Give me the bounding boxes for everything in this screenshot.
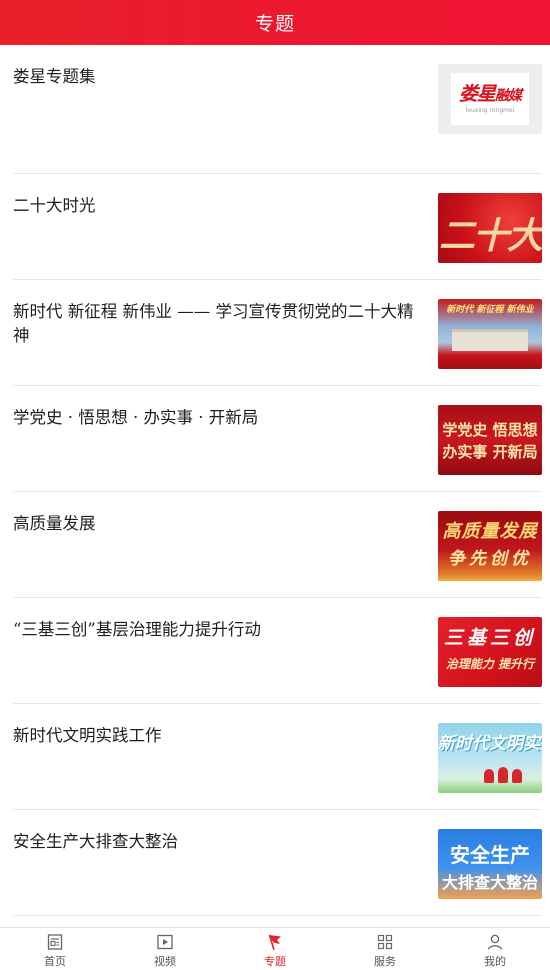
top-header: 专题: [0, 0, 550, 45]
topic-title: 二十大时光: [13, 196, 96, 215]
logo-text: 娄星融媒: [458, 83, 522, 105]
volunteer-figure: [498, 767, 508, 783]
tab-home[interactable]: 首页: [0, 928, 110, 970]
topic-item-louxing[interactable]: 娄星专题集 娄星融媒 louxing rongmei: [13, 45, 542, 174]
tab-label: 我的: [484, 955, 506, 968]
logo-caption: louxing rongmei: [465, 107, 515, 114]
logo-card: 娄星融媒 louxing rongmei: [451, 73, 529, 125]
user-icon: [487, 934, 503, 950]
topic-title: 新时代 新征程 新伟业 —— 学习宣传贯彻党的二十大精神: [13, 302, 414, 345]
grid-icon: [377, 934, 393, 950]
topic-title: 学党史 · 悟思想 · 办实事 · 开新局: [13, 408, 259, 427]
newspaper-icon: [47, 934, 63, 950]
bottom-tab-bar: 首页 视频 专题 服务 我的: [0, 927, 550, 970]
topic-title: 新时代文明实践工作: [13, 726, 162, 745]
topic-item-civilization[interactable]: 新时代文明实践工作 新时代文明实践: [13, 704, 542, 810]
topic-thumbnail: 高质量发展 争先创优: [438, 511, 542, 581]
topic-title: “三基三创”基层治理能力提升行动: [13, 620, 261, 639]
topic-title: 高质量发展: [13, 514, 96, 533]
tab-label: 服务: [374, 955, 396, 968]
page-title: 专题: [254, 13, 295, 35]
topic-item-high-quality[interactable]: 高质量发展 高质量发展 争先创优: [13, 492, 542, 598]
tab-label: 专题: [264, 955, 286, 968]
topic-item-20th-congress[interactable]: 二十大时光 二十大: [13, 174, 542, 280]
tab-services[interactable]: 服务: [330, 928, 440, 970]
topic-thumbnail: 三基三创 治理能力 提升行: [438, 617, 542, 687]
topic-item-safety[interactable]: 安全生产大排查大整治 安全生产 大排查大整治: [13, 810, 542, 916]
tab-video[interactable]: 视频: [110, 928, 220, 970]
topic-thumbnail: 学党史 悟思想 办实事 开新局: [438, 405, 542, 475]
topic-thumbnail: 新时代文明实践: [438, 723, 542, 793]
topic-thumbnail: 安全生产 大排查大整治: [438, 829, 542, 899]
topic-item-sanji-sanchuang[interactable]: “三基三创”基层治理能力提升行动 三基三创 治理能力 提升行: [13, 598, 542, 704]
play-icon: [157, 934, 173, 950]
tab-label: 首页: [44, 955, 66, 968]
building-illustration: [452, 329, 528, 351]
topic-title: 安全生产大排查大整治: [13, 832, 178, 851]
topic-list[interactable]: 娄星专题集 娄星融媒 louxing rongmei 二十大时光 二十大 新时代…: [0, 45, 550, 925]
topic-item-new-era[interactable]: 新时代 新征程 新伟业 —— 学习宣传贯彻党的二十大精神 新时代 新征程 新伟业: [13, 280, 542, 386]
topic-thumbnail: 娄星融媒 louxing rongmei: [438, 64, 542, 134]
volunteer-figure: [512, 769, 522, 783]
topic-title: 娄星专题集: [13, 67, 96, 86]
tab-label: 视频: [154, 955, 176, 968]
topic-thumbnail: 新时代 新征程 新伟业: [438, 299, 542, 369]
divider: [13, 915, 542, 916]
topic-thumbnail: 二十大: [438, 193, 542, 263]
tab-profile[interactable]: 我的: [440, 928, 550, 970]
tab-topics[interactable]: 专题: [220, 928, 330, 970]
flag-icon: [268, 934, 281, 951]
volunteer-figure: [484, 769, 494, 783]
topic-item-party-history[interactable]: 学党史 · 悟思想 · 办实事 · 开新局 学党史 悟思想 办实事 开新局: [13, 386, 542, 492]
